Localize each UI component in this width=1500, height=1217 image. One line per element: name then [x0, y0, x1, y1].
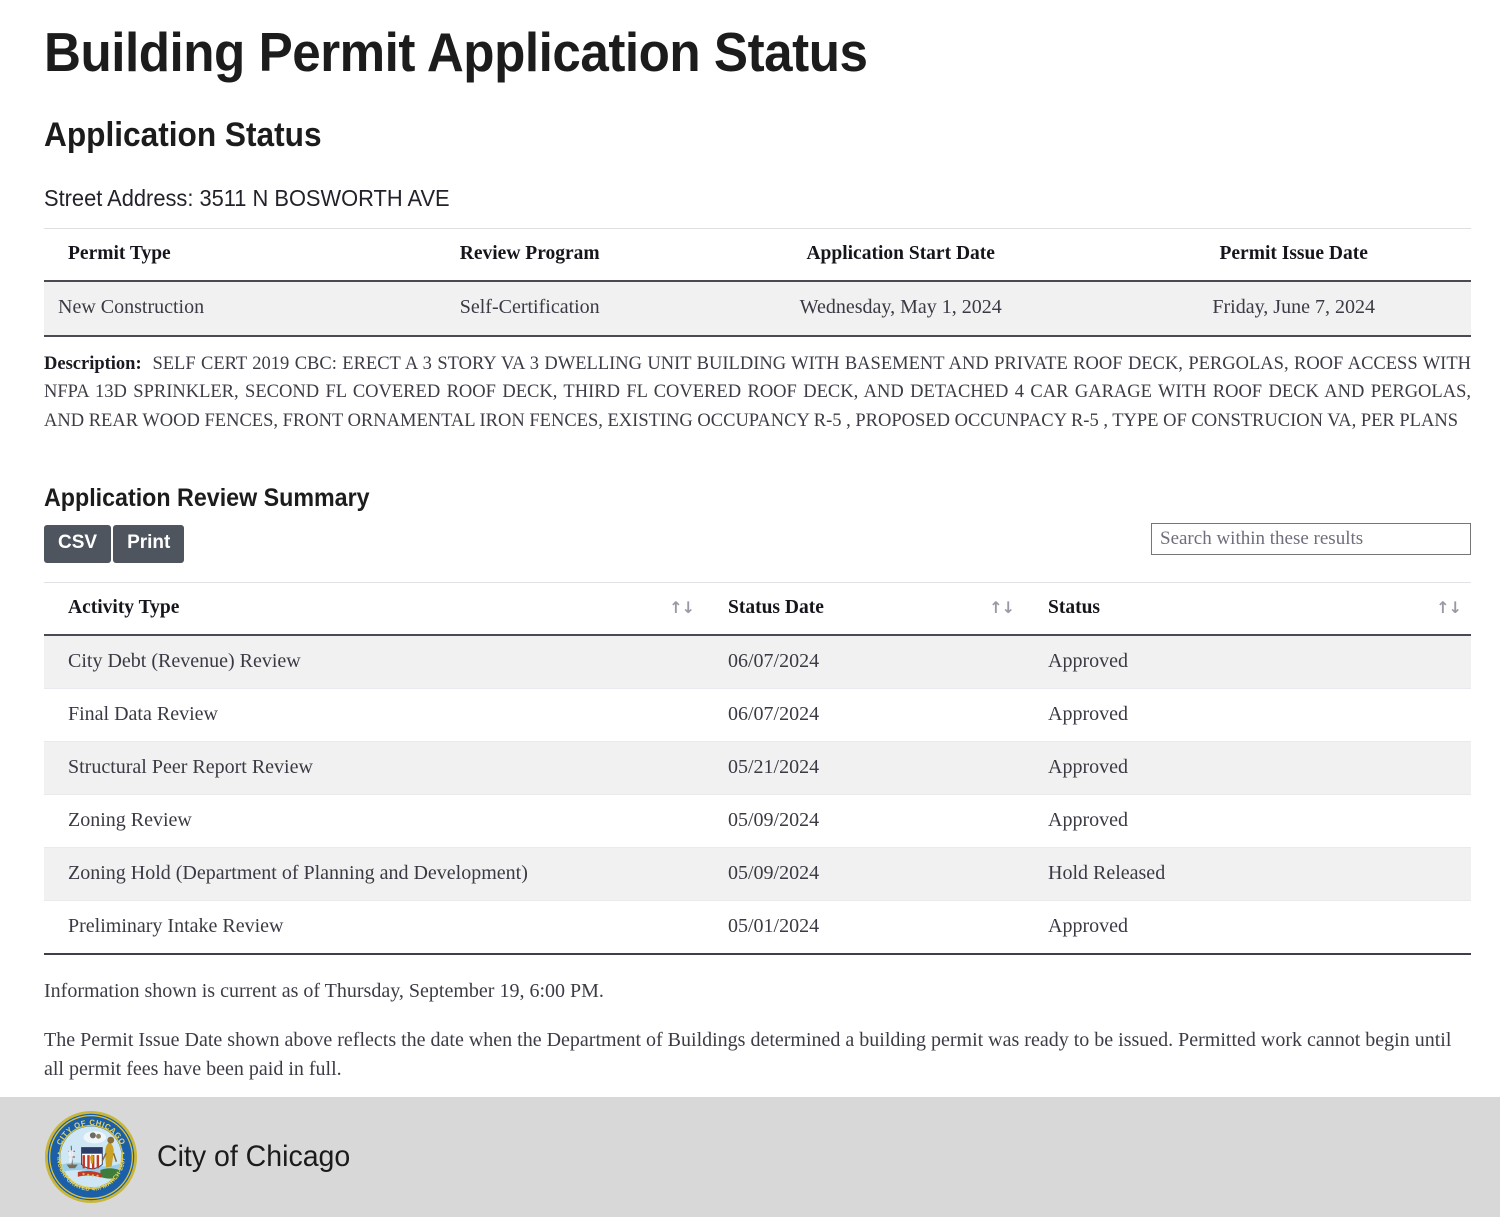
- cell-status-date: 05/01/2024: [704, 900, 1024, 956]
- cell-status-date: 05/21/2024: [704, 741, 1024, 796]
- footer-brand[interactable]: CITY OF CHICAGO INCORPORATED 4th MARCH 1…: [44, 1110, 360, 1204]
- cell-review-program: Self-Certification: [374, 280, 686, 337]
- column-header-permit-type: Permit Type: [44, 227, 375, 282]
- column-header-status-date[interactable]: Status Date ↑↓: [704, 582, 1024, 637]
- table-row: New Construction Self-Certification Wedn…: [44, 280, 1471, 337]
- description-label: Description:: [44, 353, 142, 374]
- column-header-status-date-label: Status Date: [728, 597, 824, 619]
- cell-status: Hold Released: [1024, 847, 1471, 902]
- page-root: Building Permit Application Status Appli…: [0, 0, 1500, 1217]
- footer-organization-name: City of Chicago: [157, 1140, 351, 1173]
- permit-issue-date-disclaimer: The Permit Issue Date shown above reflec…: [44, 1029, 1452, 1081]
- cell-status-date: 05/09/2024: [704, 847, 1024, 902]
- column-header-application-start-date: Application Start Date: [685, 227, 1117, 282]
- page-content: Building Permit Application Status Appli…: [0, 0, 1500, 1084]
- permit-summary-head: Permit Type Review Program Application S…: [44, 227, 1471, 282]
- cell-permit-issue-date: Friday, June 7, 2024: [1116, 280, 1471, 337]
- cell-status: Approved: [1024, 794, 1471, 849]
- cell-status: Approved: [1024, 688, 1471, 743]
- review-table-head: Activity Type ↑↓ Status Date ↑↓ Status ↑…: [44, 582, 1471, 637]
- permit-description: Description: SELF CERT 2019 CBC: ERECT A…: [44, 350, 1471, 436]
- information-currency-note: Information shown is current as of Thurs…: [44, 980, 604, 1003]
- permit-summary-body: New Construction Self-Certification Wedn…: [44, 280, 1471, 337]
- street-address: Street Address: 3511 N BOSWORTH AVE: [44, 184, 450, 211]
- review-table-body: City Debt (Revenue) Review 06/07/2024 Appr…: [44, 635, 1471, 956]
- review-table-header-row: Activity Type ↑↓ Status Date ↑↓ Status ↑…: [44, 582, 1471, 637]
- cell-activity-type: Zoning Review: [44, 794, 704, 849]
- column-header-permit-issue-date: Permit Issue Date: [1116, 227, 1471, 282]
- column-header-activity-type[interactable]: Activity Type ↑↓: [44, 582, 704, 637]
- table-row: Zoning Review 05/09/2024 Approved: [44, 794, 1471, 849]
- table-row: Structural Peer Report Review 05/21/2024 A…: [44, 741, 1471, 796]
- column-header-activity-type-label: Activity Type: [68, 597, 180, 619]
- review-table-toolbar: CSV Print: [44, 523, 1471, 573]
- print-button[interactable]: Print: [113, 525, 185, 564]
- cell-activity-type: Structural Peer Report Review: [44, 741, 704, 796]
- cell-status: Approved: [1024, 741, 1471, 796]
- cell-status: Approved: [1024, 900, 1471, 956]
- search-input[interactable]: [1151, 523, 1471, 556]
- cell-activity-type: City Debt (Revenue) Review: [44, 635, 704, 690]
- section-heading-review-summary: Application Review Summary: [44, 484, 370, 513]
- table-row: Preliminary Intake Review 05/01/2024 Appro…: [44, 900, 1471, 956]
- table-row: City Debt (Revenue) Review 06/07/2024 Appr…: [44, 635, 1471, 690]
- description-text: SELF CERT 2019 CBC: ERECT A 3 STORY VA 3…: [44, 353, 1471, 432]
- table-row: Final Data Review 06/07/2024 Approved: [44, 688, 1471, 743]
- permit-summary-header-row: Permit Type Review Program Application S…: [44, 227, 1471, 282]
- cell-status-date: 06/07/2024: [704, 635, 1024, 690]
- site-footer: CITY OF CHICAGO INCORPORATED 4th MARCH 1…: [0, 1097, 1500, 1217]
- column-header-status-label: Status: [1048, 597, 1101, 619]
- column-header-review-program: Review Program: [374, 227, 686, 282]
- city-of-chicago-seal-icon: CITY OF CHICAGO INCORPORATED 4th MARCH 1…: [44, 1110, 138, 1204]
- section-heading-application-status: Application Status: [44, 115, 322, 154]
- table-row: Zoning Hold (Department of Planning and …: [44, 847, 1471, 902]
- page-title: Building Permit Application Status: [44, 21, 868, 83]
- csv-button[interactable]: CSV: [44, 525, 112, 564]
- permit-summary-table: Permit Type Review Program Application S…: [44, 227, 1471, 337]
- application-review-summary-table: Activity Type ↑↓ Status Date ↑↓ Status ↑…: [44, 582, 1471, 956]
- cell-activity-type: Zoning Hold (Department of Planning and …: [44, 847, 704, 902]
- cell-permit-type: New Construction: [44, 280, 375, 337]
- cell-activity-type: Preliminary Intake Review: [44, 900, 704, 956]
- sort-arrows-icon[interactable]: ↑↓: [989, 599, 1015, 616]
- cell-status-date: 06/07/2024: [704, 688, 1024, 743]
- column-header-status[interactable]: Status ↑↓: [1024, 582, 1471, 637]
- cell-status: Approved: [1024, 635, 1471, 690]
- sort-arrows-icon[interactable]: ↑↓: [669, 599, 695, 616]
- sort-arrows-icon[interactable]: ↑↓: [1436, 599, 1462, 616]
- cell-activity-type: Final Data Review: [44, 688, 704, 743]
- cell-status-date: 05/09/2024: [704, 794, 1024, 849]
- cell-application-start-date: Wednesday, May 1, 2024: [685, 280, 1117, 337]
